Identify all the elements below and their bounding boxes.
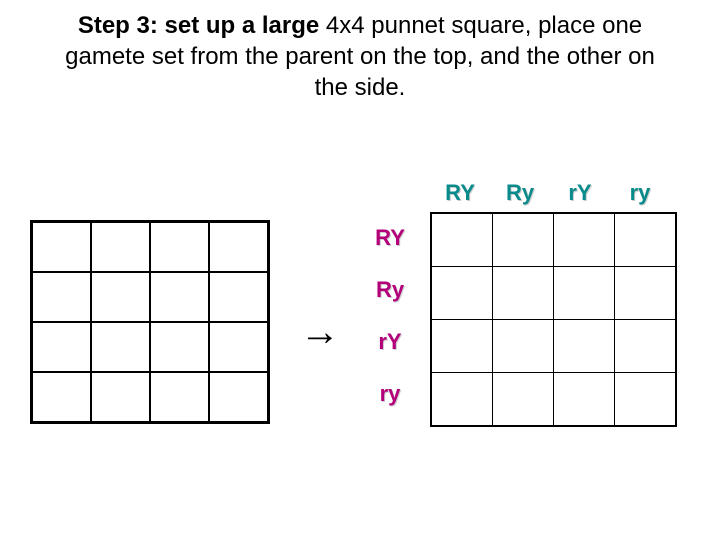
side-gamete-1: Ry (360, 264, 420, 316)
heading-bold: Step 3: set up a large (78, 12, 326, 39)
side-gamete-labels: RY Ry rY ry (360, 212, 420, 427)
diagram-area: → RY Ry rY ry RY Ry rY ry (0, 200, 720, 520)
labeled-punnett-grid (430, 212, 677, 427)
top-gamete-labels: RY Ry rY ry (430, 180, 677, 206)
top-gamete-3: ry (610, 180, 670, 206)
top-gamete-0: RY (430, 180, 490, 206)
side-gamete-0: RY (360, 212, 420, 264)
top-gamete-1: Ry (490, 180, 550, 206)
blank-punnett-grid (30, 220, 270, 424)
top-gamete-2: rY (550, 180, 610, 206)
side-gamete-3: ry (360, 368, 420, 420)
side-gamete-2: rY (360, 316, 420, 368)
step-heading: Step 3: set up a large 4x4 punnet square… (0, 0, 720, 104)
arrow-icon: → (300, 310, 340, 355)
labeled-punnett: RY Ry rY ry RY Ry rY ry (360, 180, 677, 427)
